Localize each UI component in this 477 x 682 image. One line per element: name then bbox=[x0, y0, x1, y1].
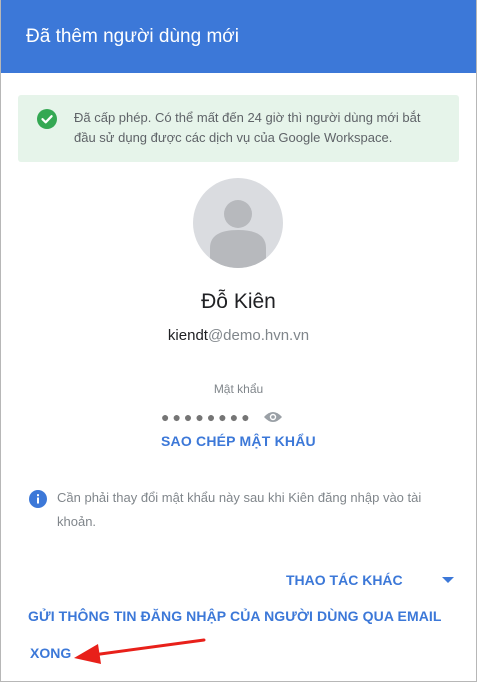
dialog-title: Đã thêm người dùng mới bbox=[1, 0, 476, 73]
check-circle-icon bbox=[37, 109, 57, 129]
done-button[interactable]: XONG bbox=[30, 645, 71, 661]
info-icon bbox=[29, 490, 47, 508]
new-user-dialog: Đã thêm người dùng mới Đã cấp phép. Có t… bbox=[0, 0, 477, 682]
avatar bbox=[193, 178, 283, 268]
password-label: Mật khẩu bbox=[213, 382, 264, 396]
user-name: Đỗ Kiên bbox=[201, 290, 276, 313]
eye-icon[interactable] bbox=[263, 410, 283, 424]
email-credentials-button[interactable]: GỬI THÔNG TIN ĐĂNG NHẬP CỦA NGƯỜI DÙNG Q… bbox=[28, 608, 442, 624]
success-banner: Đã cấp phép. Có thể mất đến 24 giờ thì n… bbox=[18, 95, 459, 162]
person-avatar-icon bbox=[210, 200, 266, 268]
more-actions-button[interactable]: THAO TÁC KHÁC bbox=[286, 572, 403, 588]
copy-password-button[interactable]: SAO CHÉP MẬT KHẨU bbox=[161, 433, 316, 449]
success-banner-text: Đã cấp phép. Có thể mất đến 24 giờ thì n… bbox=[74, 110, 421, 145]
password-change-note-text: Cần phải thay đổi mật khẩu này sau khi K… bbox=[57, 490, 422, 529]
chevron-down-icon[interactable] bbox=[441, 576, 455, 584]
password-row: ●●●●●●●● bbox=[161, 407, 283, 427]
user-email: kiendt@demo.hvn.vn bbox=[1, 327, 476, 344]
user-email-local: kiendt bbox=[167, 327, 208, 344]
password-masked: ●●●●●●●● bbox=[161, 409, 253, 425]
annotation-arrow-icon bbox=[74, 638, 206, 664]
user-email-domain: @demo.hvn.vn bbox=[207, 327, 310, 344]
